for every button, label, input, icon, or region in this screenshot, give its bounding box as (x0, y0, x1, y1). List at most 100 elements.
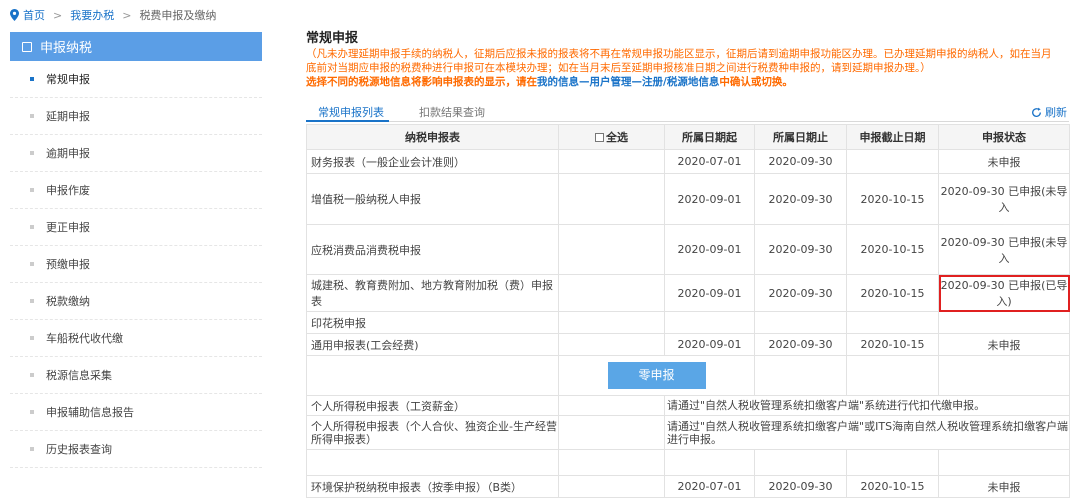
tab-deduction-result[interactable]: 扣款结果查询 (419, 104, 485, 120)
select-cell (558, 224, 665, 275)
end-date-cell (754, 311, 847, 334)
sidebar-item-label: 税款缴纳 (46, 295, 90, 308)
breadcrumb: 首页 > 我要办税 > 税费申报及缴纳 (10, 7, 216, 23)
sidebar-header[interactable]: 申报纳税 (10, 32, 262, 61)
end-date-cell: 2020-09-30 (754, 475, 847, 498)
form-name-link[interactable]: 个人所得税申报表（个人合伙、独资企业-生产经营所得申报表） (306, 415, 559, 450)
select-cell (558, 149, 665, 174)
sidebar-item-label: 车船税代收代缴 (46, 332, 123, 345)
select-cell (558, 475, 665, 498)
start-date-cell: 2020-09-01 (664, 224, 755, 275)
form-name-link[interactable]: 财务报表（一般企业会计准则） (306, 149, 559, 174)
sidebar-item-regular-declaration[interactable]: 常规申报 (10, 61, 262, 98)
status-cell: 2020-09-30 已申报(未导入 (938, 224, 1070, 275)
sidebar-item-history-query[interactable]: 历史报表查询 (10, 431, 262, 468)
select-cell (558, 415, 665, 450)
table-row: 应税消费品消费税申报 2020-09-01 2020-09-30 2020-10… (306, 224, 1070, 275)
sidebar-item-prepayment-declaration[interactable]: 预缴申报 (10, 246, 262, 283)
bullet-icon (30, 410, 34, 414)
table-header-row: 纳税申报表 全选 所属日期起 所属日期止 申报截止日期 申报状态 (306, 124, 1070, 150)
table-row: 增值税一般纳税人申报 2020-09-01 2020-09-30 2020-10… (306, 173, 1070, 225)
sidebar-item-label: 历史报表查询 (46, 443, 112, 456)
bullet-icon (30, 77, 34, 81)
sidebar-item-tax-source-collection[interactable]: 税源信息采集 (10, 357, 262, 394)
tab-bar: 常规申报列表 扣款结果查询 刷新 (306, 102, 1069, 122)
status-cell-highlighted: 2020-09-30 已申报(已导入) (938, 274, 1070, 312)
deadline-cell: 2020-10-15 (846, 274, 939, 312)
empty-cell (754, 355, 847, 396)
sidebar-item-auxiliary-report[interactable]: 申报辅助信息报告 (10, 394, 262, 431)
bullet-icon (30, 373, 34, 377)
select-cell (558, 395, 665, 416)
select-cell (558, 333, 665, 356)
form-name-link[interactable]: 增值税一般纳税人申报 (306, 173, 559, 225)
table-row: 通用申报表(工会经费) 2020-09-01 2020-09-30 2020-1… (306, 333, 1070, 356)
table-row: 印花税申报 (306, 311, 1070, 334)
sidebar-item-vehicle-tax[interactable]: 车船税代收代缴 (10, 320, 262, 357)
start-date-cell (664, 311, 755, 334)
refresh-button[interactable]: 刷新 (1031, 104, 1067, 120)
select-cell (558, 311, 665, 334)
start-date-cell: 2020-07-01 (664, 475, 755, 498)
form-name-link[interactable]: 印花税申报 (306, 311, 559, 334)
zero-declaration-button[interactable]: 零申报 (607, 362, 706, 389)
spacer-row (306, 449, 1070, 476)
notice-text-3-suffix: 中确认或切换。 (719, 76, 793, 88)
bullet-icon (30, 114, 34, 118)
start-date-cell: 2020-09-01 (664, 173, 755, 225)
sidebar-header-label: 申报纳税 (40, 41, 93, 56)
sidebar: 申报纳税 常规申报 延期申报 逾期申报 申报作废 更正申报 预缴申报 税款缴纳 … (10, 32, 262, 501)
refresh-icon (1032, 107, 1041, 117)
square-icon (22, 41, 32, 52)
tab-regular-list[interactable]: 常规申报列表 (318, 104, 384, 120)
notice-text-3: 选择不同的税源地信息将影响申报表的显示，请在我的信息—用户管理—注册/税源地信息… (306, 76, 1074, 89)
deadline-cell: 2020-10-15 (846, 333, 939, 356)
sidebar-item-correction-declaration[interactable]: 更正申报 (10, 209, 262, 246)
form-name-link[interactable]: 环境保护税纳税申报表（按季申报）（B类） (306, 475, 559, 498)
sidebar-item-label: 更正申报 (46, 221, 90, 234)
select-cell (558, 274, 665, 312)
status-cell: 未申报 (938, 475, 1070, 498)
status-cell: 未申报 (938, 333, 1070, 356)
refresh-label: 刷新 (1045, 106, 1067, 119)
notice-text-2: 底前对当期应申报的税费种进行申报可在本模块办理；如在当月末后至延期申报核准日期之… (306, 62, 931, 74)
sidebar-item-label: 申报作废 (46, 184, 90, 197)
form-name-link[interactable]: 个人所得税申报表（工资薪金） (306, 395, 559, 416)
form-name-link[interactable]: 通用申报表(工会经费) (306, 333, 559, 356)
status-cell (938, 311, 1070, 334)
zero-button-cell: 零申报 (558, 355, 755, 396)
start-date-cell: 2020-09-01 (664, 274, 755, 312)
empty-cell (938, 355, 1070, 396)
sidebar-item-label: 逾期申报 (46, 147, 90, 160)
bullet-icon (30, 336, 34, 340)
personal-tax-note: 请通过"自然人税收管理系统扣缴客户端"系统进行代扣代缴申报。 (664, 395, 1070, 416)
header-select-all[interactable]: 全选 (558, 124, 665, 150)
sidebar-item-extension-declaration[interactable]: 延期申报 (10, 98, 262, 135)
end-date-cell: 2020-09-30 (754, 149, 847, 174)
location-pin-icon (10, 9, 19, 21)
breadcrumb-home[interactable]: 首页 (23, 7, 45, 23)
breadcrumb-my-tax[interactable]: 我要办税 (70, 7, 114, 23)
notice-text-3-prefix: 选择不同的税源地信息将影响申报表的显示，请在 (306, 76, 537, 88)
user-info-link[interactable]: 我的信息—用户管理—注册/税源地信息 (537, 76, 719, 88)
table-row: 个人所得税申报表（工资薪金） 请通过"自然人税收管理系统扣缴客户端"系统进行代扣… (306, 395, 1070, 416)
header-end-date: 所属日期止 (754, 124, 847, 150)
breadcrumb-separator: > (122, 8, 132, 22)
deadline-cell (846, 311, 939, 334)
select-all-checkbox[interactable] (595, 133, 604, 142)
breadcrumb-current: 税费申报及缴纳 (139, 9, 217, 22)
sidebar-item-tax-payment[interactable]: 税款缴纳 (10, 283, 262, 320)
header-start-date: 所属日期起 (664, 124, 755, 150)
empty-cell (846, 355, 939, 396)
deadline-cell: 2020-10-15 (846, 173, 939, 225)
start-date-cell: 2020-07-01 (664, 149, 755, 174)
select-cell (558, 173, 665, 225)
select-all-label: 全选 (606, 131, 628, 144)
header-form-name: 纳税申报表 (306, 124, 559, 150)
status-cell: 2020-09-30 已申报(未导入 (938, 173, 1070, 225)
form-name-link[interactable]: 城建税、教育费附加、地方教育附加税（费）申报表 (306, 274, 559, 312)
sidebar-item-overdue-declaration[interactable]: 逾期申报 (10, 135, 262, 172)
start-date-cell: 2020-09-01 (664, 333, 755, 356)
sidebar-item-declaration-void[interactable]: 申报作废 (10, 172, 262, 209)
form-name-link[interactable]: 应税消费品消费税申报 (306, 224, 559, 275)
